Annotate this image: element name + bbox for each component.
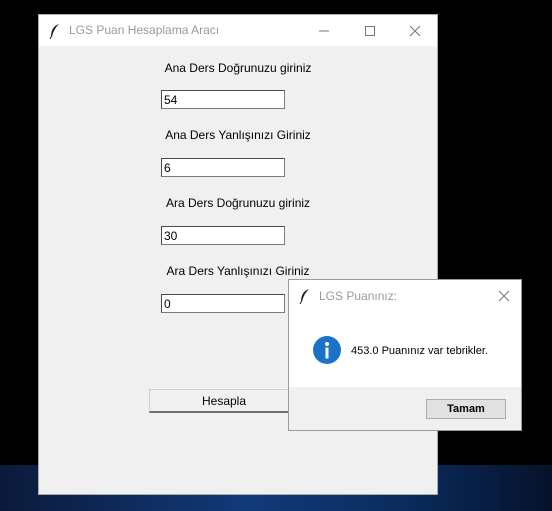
dialog-close-button[interactable] [493, 286, 515, 306]
minimize-icon [319, 30, 329, 32]
ara-dogru-label: Ara Ders Doğrunuzu giriniz [165, 196, 311, 210]
ara-dogru-input[interactable] [161, 226, 285, 245]
maximize-icon [365, 26, 375, 36]
close-icon [409, 25, 421, 37]
dialog-title: LGS Puanınız: [319, 289, 398, 303]
feather-icon [49, 24, 59, 39]
feather-icon [299, 289, 309, 304]
close-button[interactable] [392, 15, 438, 46]
minimize-button[interactable] [301, 15, 347, 46]
tamam-button[interactable]: Tamam [426, 399, 506, 419]
ana-yanlis-label: Ana Ders Yanlışınızı Giriniz [165, 128, 311, 142]
dialog-footer: Tamam [289, 387, 521, 430]
info-icon [313, 336, 341, 364]
dialog-message: 453.0 Puanınız var tebrikler. [351, 345, 488, 357]
ara-yanlis-input[interactable] [161, 294, 285, 313]
main-titlebar[interactable]: LGS Puan Hesaplama Aracı [39, 15, 437, 46]
ara-yanlis-label: Ara Ders Yanlışınızı Giriniz [166, 264, 310, 278]
ana-dogru-label: Ana Ders Doğrunuzu giriniz [164, 61, 312, 75]
ana-dogru-input[interactable] [161, 90, 285, 109]
hesapla-button[interactable]: Hesapla [149, 389, 299, 413]
maximize-button[interactable] [347, 15, 393, 46]
main-window-title: LGS Puan Hesaplama Aracı [69, 23, 220, 37]
ana-yanlis-input[interactable] [161, 158, 285, 177]
result-dialog: LGS Puanınız: 453.0 Puanınız var tebrikl… [288, 279, 522, 431]
close-icon [498, 290, 510, 302]
